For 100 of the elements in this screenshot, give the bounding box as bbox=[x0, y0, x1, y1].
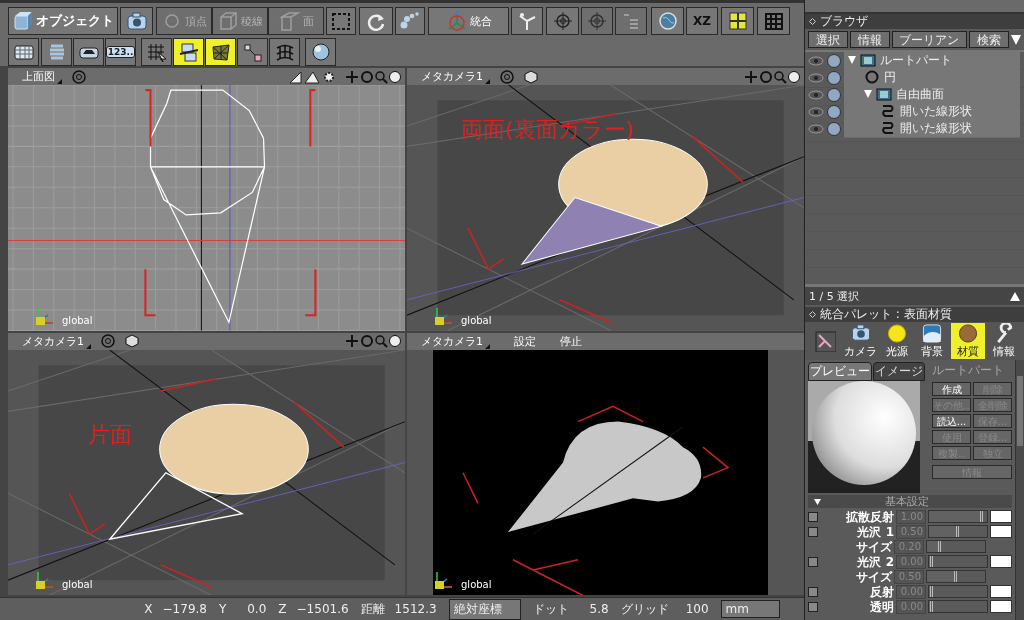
slider-fill[interactable] bbox=[929, 526, 959, 537]
target-icon[interactable] bbox=[101, 334, 115, 348]
dropdown-corner-icon[interactable] bbox=[485, 79, 490, 84]
target-icon[interactable] bbox=[72, 69, 86, 84]
slider-fill[interactable] bbox=[929, 601, 933, 612]
panel-toggle-icon[interactable] bbox=[809, 311, 816, 318]
checkbox[interactable] bbox=[808, 601, 818, 612]
checkbox[interactable] bbox=[808, 526, 818, 537]
slider-fill[interactable] bbox=[927, 541, 942, 552]
parameter-label: 光沢 1 bbox=[856, 524, 894, 539]
browser-tab[interactable]: 情報 bbox=[849, 31, 890, 48]
preview-tab[interactable]: プレビュー bbox=[808, 362, 872, 381]
panel-title: 統合パレット : 表面材質 bbox=[820, 306, 952, 323]
coordinate-mode-dropdown[interactable]: 絶対座標 bbox=[448, 598, 521, 620]
cube-icon[interactable] bbox=[524, 69, 538, 84]
expanded-triangle-icon[interactable] bbox=[848, 56, 856, 64]
dropdown-corner-icon[interactable] bbox=[86, 343, 91, 349]
collapse-triangle-icon[interactable] bbox=[1010, 291, 1020, 301]
toolbar-button[interactable] bbox=[511, 7, 543, 35]
slider[interactable] bbox=[928, 585, 988, 598]
toolbar-button[interactable] bbox=[651, 7, 684, 35]
toolbar-button[interactable] bbox=[173, 38, 204, 66]
target-icon[interactable] bbox=[500, 69, 514, 84]
navigation-icons[interactable] bbox=[744, 69, 800, 84]
toolbar-button[interactable]: 統合 bbox=[428, 7, 509, 35]
toolbar-button[interactable] bbox=[237, 38, 268, 66]
checkbox[interactable] bbox=[808, 586, 818, 597]
view-dropdown[interactable]: メタカメラ1 bbox=[421, 69, 490, 84]
toolbar-button[interactable] bbox=[359, 7, 393, 35]
browser-tab[interactable]: ブーリアン bbox=[891, 31, 968, 48]
menu-item[interactable]: 停止 bbox=[560, 333, 582, 349]
eye-icon[interactable] bbox=[808, 106, 824, 117]
toolbar-button[interactable] bbox=[395, 7, 425, 35]
palette-tab[interactable]: 背景 bbox=[915, 323, 950, 359]
viewport[interactable]: メタカメラ1 片面 global bbox=[8, 332, 405, 595]
checkbox[interactable] bbox=[808, 556, 818, 567]
scrollbar[interactable] bbox=[1015, 360, 1024, 620]
menu-item[interactable]: 設定 bbox=[514, 333, 536, 349]
sphere-icon[interactable] bbox=[827, 70, 841, 85]
palette-tab[interactable]: カメラ bbox=[843, 323, 878, 359]
color-swatch[interactable] bbox=[990, 555, 1012, 568]
navigation-icons[interactable] bbox=[345, 69, 401, 84]
palette-tab[interactable]: 光源 bbox=[879, 323, 914, 359]
slider[interactable] bbox=[926, 540, 986, 553]
view-dropdown[interactable]: 上面図 bbox=[22, 69, 62, 84]
sphere-icon[interactable] bbox=[827, 104, 841, 119]
toolbar-button[interactable] bbox=[305, 38, 336, 66]
sphere-icon[interactable] bbox=[827, 87, 841, 102]
toolbar-button[interactable] bbox=[120, 7, 153, 35]
view-dropdown[interactable]: メタカメラ1 bbox=[421, 333, 490, 349]
color-swatch[interactable] bbox=[990, 585, 1012, 598]
expanded-triangle-icon[interactable] bbox=[864, 90, 872, 98]
toolbar-button[interactable]: オブジェクト bbox=[8, 7, 118, 35]
navigation-icons[interactable] bbox=[345, 334, 401, 348]
slider-fill[interactable] bbox=[927, 571, 957, 582]
color-swatch[interactable] bbox=[990, 600, 1012, 613]
preview-tab[interactable]: イメージ bbox=[873, 362, 925, 381]
eye-icon[interactable] bbox=[808, 72, 824, 83]
toolbar-button[interactable] bbox=[721, 7, 754, 35]
section-header[interactable]: 基本設定 bbox=[808, 495, 1012, 508]
panel-toggle-icon[interactable] bbox=[809, 18, 816, 25]
eye-icon[interactable] bbox=[808, 123, 824, 134]
slider[interactable] bbox=[928, 600, 988, 613]
browser-tab[interactable]: 検索 bbox=[969, 31, 1009, 48]
slider[interactable] bbox=[928, 525, 988, 538]
toolbar-button[interactable] bbox=[41, 38, 72, 66]
slider[interactable] bbox=[926, 570, 986, 583]
material-button[interactable]: 作成 bbox=[932, 382, 971, 396]
palette-tab[interactable]: 情報 bbox=[987, 323, 1021, 359]
sphere-icon[interactable] bbox=[827, 53, 841, 68]
viewport[interactable]: メタカメラ1 両面(裏面カラー) global bbox=[407, 68, 804, 331]
palette-tab[interactable]: 材質 bbox=[951, 323, 986, 359]
dropdown-corner-icon[interactable] bbox=[485, 343, 490, 349]
eye-icon[interactable] bbox=[808, 89, 824, 100]
tree-item-label[interactable]: 円 bbox=[884, 68, 896, 86]
slider[interactable] bbox=[928, 555, 988, 568]
eye-icon[interactable] bbox=[808, 55, 824, 66]
sphere-icon[interactable] bbox=[827, 121, 841, 136]
color-swatch[interactable] bbox=[990, 525, 1012, 538]
dashed-square-icon bbox=[330, 11, 352, 31]
toolbar-button[interactable]: XZ bbox=[686, 7, 718, 35]
axis-tools-icon[interactable] bbox=[289, 69, 335, 84]
color-swatch[interactable] bbox=[990, 510, 1012, 523]
expand-triangle-icon[interactable] bbox=[814, 498, 821, 505]
material-button[interactable]: 読込... bbox=[932, 414, 971, 428]
dropdown-corner-icon[interactable] bbox=[57, 79, 62, 84]
browser-tab[interactable]: 選択 bbox=[808, 31, 848, 48]
viewport[interactable]: メタカメラ1 設定 停止 global bbox=[407, 332, 804, 595]
view-dropdown[interactable]: メタカメラ1 bbox=[22, 333, 91, 349]
toolbar-button[interactable]: 123.. bbox=[105, 38, 136, 66]
slider-fill[interactable] bbox=[929, 556, 933, 567]
toolbar-button[interactable] bbox=[205, 38, 236, 66]
checkbox[interactable] bbox=[808, 511, 818, 522]
dropdown-triangle-icon[interactable] bbox=[1011, 34, 1021, 45]
slider-fill[interactable] bbox=[929, 511, 983, 522]
toolbar-button[interactable] bbox=[8, 38, 39, 66]
toolbar-button[interactable] bbox=[73, 38, 104, 66]
unit-dropdown[interactable]: mm bbox=[720, 600, 780, 618]
slider-fill[interactable] bbox=[929, 586, 933, 597]
slider[interactable] bbox=[928, 510, 988, 523]
